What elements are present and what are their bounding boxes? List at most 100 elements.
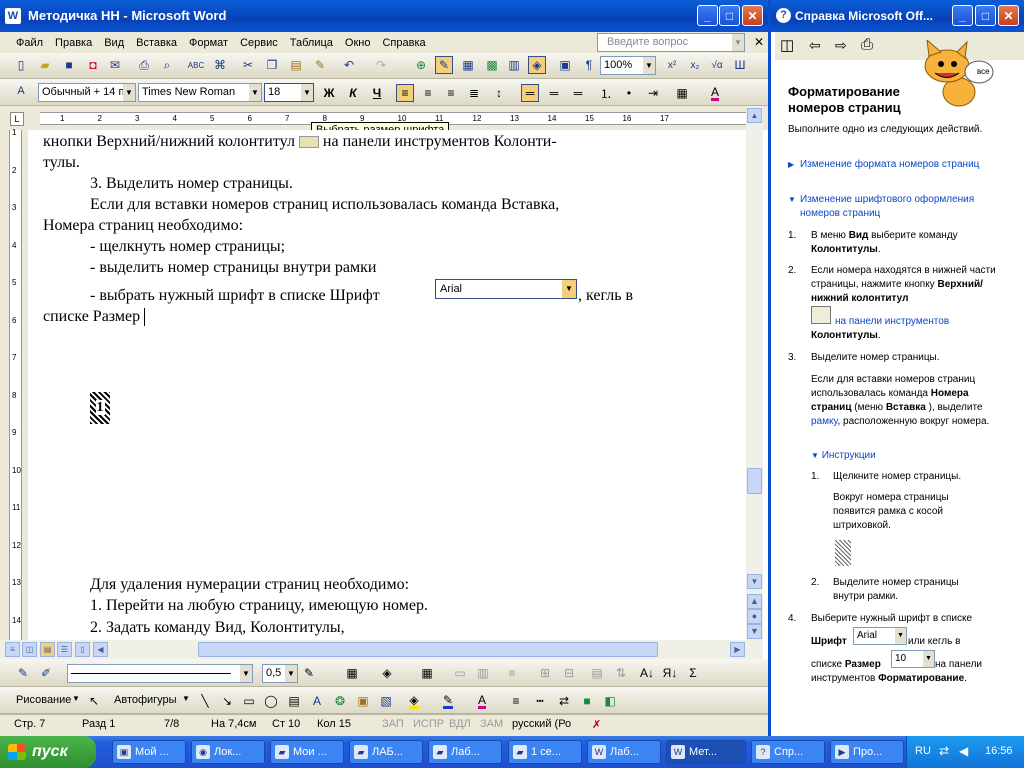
task-button[interactable]: ▣ Мой ... bbox=[112, 740, 186, 764]
bold-button[interactable]: Ж bbox=[320, 84, 338, 102]
menu-table[interactable]: Таблица bbox=[284, 37, 339, 49]
help-titlebar[interactable]: ? Справка Microsoft Off... _ □ ✕ bbox=[771, 0, 1024, 32]
borders-icon[interactable]: ▦ bbox=[343, 664, 361, 682]
chevron-down-icon[interactable]: ▼ bbox=[249, 84, 261, 101]
format-painter-icon[interactable]: ✎ bbox=[311, 56, 329, 74]
new-document-icon[interactable]: ▯ bbox=[12, 56, 30, 74]
forward-arrow-icon[interactable]: ⇨ bbox=[835, 37, 847, 54]
diagram-icon[interactable]: ❂ bbox=[331, 692, 349, 710]
shadow-icon[interactable]: ■ bbox=[578, 692, 596, 710]
borders-icon[interactable]: ▦ bbox=[673, 84, 691, 102]
spelling-icon[interactable]: ABC bbox=[187, 56, 205, 74]
insert-table-icon[interactable]: ▦ bbox=[459, 56, 477, 74]
superscript-icon[interactable]: x² bbox=[663, 56, 681, 74]
scroll-down-arrow[interactable]: ▼ bbox=[747, 574, 762, 589]
hscroll-thumb[interactable] bbox=[198, 642, 658, 657]
document-page[interactable]: кнопки Верхний/нижний колонтитул на пане… bbox=[28, 130, 746, 640]
align-right-icon[interactable]: ≡ bbox=[442, 84, 460, 102]
cut-icon[interactable]: ✂ bbox=[239, 56, 257, 74]
undo-icon[interactable]: ↶ bbox=[340, 56, 358, 74]
picture-icon[interactable]: ▧ bbox=[377, 692, 395, 710]
dash-style-icon[interactable]: ┅ bbox=[531, 692, 549, 710]
line-style-icon[interactable]: ≡ bbox=[507, 692, 525, 710]
fill-color-icon[interactable]: ◈ bbox=[405, 692, 423, 710]
print-layout-icon[interactable]: ▤ bbox=[40, 642, 55, 657]
frame-link[interactable]: рамку bbox=[811, 416, 837, 427]
wordart-icon[interactable]: A bbox=[308, 692, 326, 710]
save-icon[interactable]: ■ bbox=[60, 56, 78, 74]
zoom-select[interactable]: 100% ▼ bbox=[600, 56, 656, 75]
task-button-active[interactable]: W Мет... bbox=[666, 740, 746, 764]
scroll-left-arrow[interactable]: ◀ bbox=[93, 642, 108, 657]
help-maximize-button[interactable]: □ bbox=[975, 5, 996, 26]
chevron-down-icon[interactable]: ▼ bbox=[643, 57, 655, 74]
edit-icon[interactable]: ✎ bbox=[14, 664, 32, 682]
research-icon[interactable]: ⌘ bbox=[211, 56, 229, 74]
show-hide-icon[interactable]: ¶ bbox=[580, 56, 598, 74]
merge-cells-icon[interactable]: ▭ bbox=[451, 664, 469, 682]
distribute-lines-icon[interactable]: ═ bbox=[545, 84, 563, 102]
chevron-down-icon[interactable]: ▼ bbox=[240, 665, 252, 682]
distribute-rows-icon[interactable]: ⊞ bbox=[536, 664, 554, 682]
instructions-toggle[interactable]: ▼ Инструкции bbox=[811, 449, 961, 463]
horizontal-scrollbar[interactable]: ≡ ◫ ▤ ☰ ▯ ◀ ▶ bbox=[0, 640, 763, 659]
page-number-frame[interactable]: 1 bbox=[90, 392, 110, 424]
styles-icon[interactable]: A bbox=[12, 82, 30, 100]
print-preview-icon[interactable]: ⌕ bbox=[158, 56, 176, 74]
oval-tool-icon[interactable]: ◯ bbox=[262, 692, 280, 710]
menu-insert[interactable]: Вставка bbox=[130, 37, 183, 49]
autoformat-icon[interactable]: ▤ bbox=[588, 664, 606, 682]
equal-lines-icon[interactable]: ═ bbox=[569, 84, 587, 102]
help-minimize-button[interactable]: _ bbox=[952, 5, 973, 26]
split-cells-icon[interactable]: ▥ bbox=[474, 664, 492, 682]
vertical-scrollbar[interactable]: ▲ ▼ ▲ ● ▼ bbox=[746, 106, 763, 640]
maximize-button[interactable]: □ bbox=[719, 5, 740, 26]
drawing-icon[interactable]: ◈ bbox=[528, 56, 546, 74]
network-icon[interactable]: ⇄ bbox=[939, 744, 949, 758]
next-page-icon[interactable]: ▼ bbox=[747, 624, 762, 639]
font-size-select[interactable]: 18 ▼ bbox=[264, 83, 314, 102]
drawing-menu[interactable]: Рисование bbox=[16, 694, 71, 706]
spelling-status-icon[interactable]: ✗ bbox=[592, 718, 601, 731]
web-view-icon[interactable]: ◫ bbox=[22, 642, 37, 657]
ask-question-input[interactable]: Введите вопрос ▼ bbox=[597, 33, 745, 52]
sort-ascending-icon[interactable]: A↓ bbox=[638, 664, 656, 682]
autosum-icon[interactable]: Σ bbox=[684, 664, 702, 682]
task-button[interactable]: ◉ Лок... bbox=[191, 740, 265, 764]
text-direction-icon[interactable]: ⇅ bbox=[612, 664, 630, 682]
line-weight-select[interactable]: 0,5 ▼ bbox=[262, 664, 298, 683]
font-color-icon[interactable]: A bbox=[473, 692, 491, 710]
distribute-cols-icon[interactable]: ⊟ bbox=[560, 664, 578, 682]
rectangle-tool-icon[interactable]: ▭ bbox=[240, 692, 258, 710]
help-link-font[interactable]: ▼ Изменение шрифтового оформления номеро… bbox=[788, 193, 1003, 221]
line-spacing-icon[interactable]: ↕ bbox=[490, 84, 508, 102]
scrollbar-thumb[interactable] bbox=[747, 468, 762, 494]
autoshapes-menu[interactable]: Автофигуры bbox=[114, 694, 177, 706]
task-button[interactable]: ▰ 1 се... bbox=[508, 740, 582, 764]
print-icon[interactable]: ⎙ bbox=[861, 36, 873, 53]
clock[interactable]: 16:56 bbox=[985, 745, 1013, 757]
eraser-icon[interactable]: ✐ bbox=[37, 664, 55, 682]
indent-icon[interactable]: ⇥ bbox=[644, 84, 662, 102]
select-objects-icon[interactable]: ↖ bbox=[85, 692, 103, 710]
task-button[interactable]: ▰ Лаб... bbox=[428, 740, 502, 764]
back-arrow-icon[interactable]: ⇦ bbox=[809, 37, 821, 54]
volume-icon[interactable]: ◀ bbox=[959, 744, 968, 758]
task-button[interactable]: ▰ ЛАБ... bbox=[349, 740, 423, 764]
numbering-icon[interactable]: ⒈ bbox=[597, 84, 615, 102]
minimize-button[interactable]: _ bbox=[697, 5, 718, 26]
tab-selector-icon[interactable]: L bbox=[10, 112, 24, 126]
arrow-style-icon[interactable]: ⇄ bbox=[555, 692, 573, 710]
shading-icon[interactable]: ◈ bbox=[378, 664, 396, 682]
distributed-icon[interactable]: ═ bbox=[521, 84, 539, 102]
scroll-up-arrow[interactable]: ▲ bbox=[747, 108, 762, 123]
textbox-tool-icon[interactable]: ▤ bbox=[285, 692, 303, 710]
clipart-icon[interactable]: ▣ bbox=[354, 692, 372, 710]
word-titlebar[interactable]: W Методичка НН - Microsoft Word _ □ ✕ bbox=[0, 0, 768, 32]
paste-icon[interactable]: ▤ bbox=[287, 56, 305, 74]
tables-borders-icon[interactable]: ✎ bbox=[435, 56, 453, 74]
menu-tools[interactable]: Сервис bbox=[234, 37, 284, 49]
chevron-down-icon[interactable]: ▼ bbox=[732, 34, 744, 51]
subscript-icon[interactable]: x₂ bbox=[686, 56, 704, 74]
italic-button[interactable]: К bbox=[344, 84, 362, 102]
